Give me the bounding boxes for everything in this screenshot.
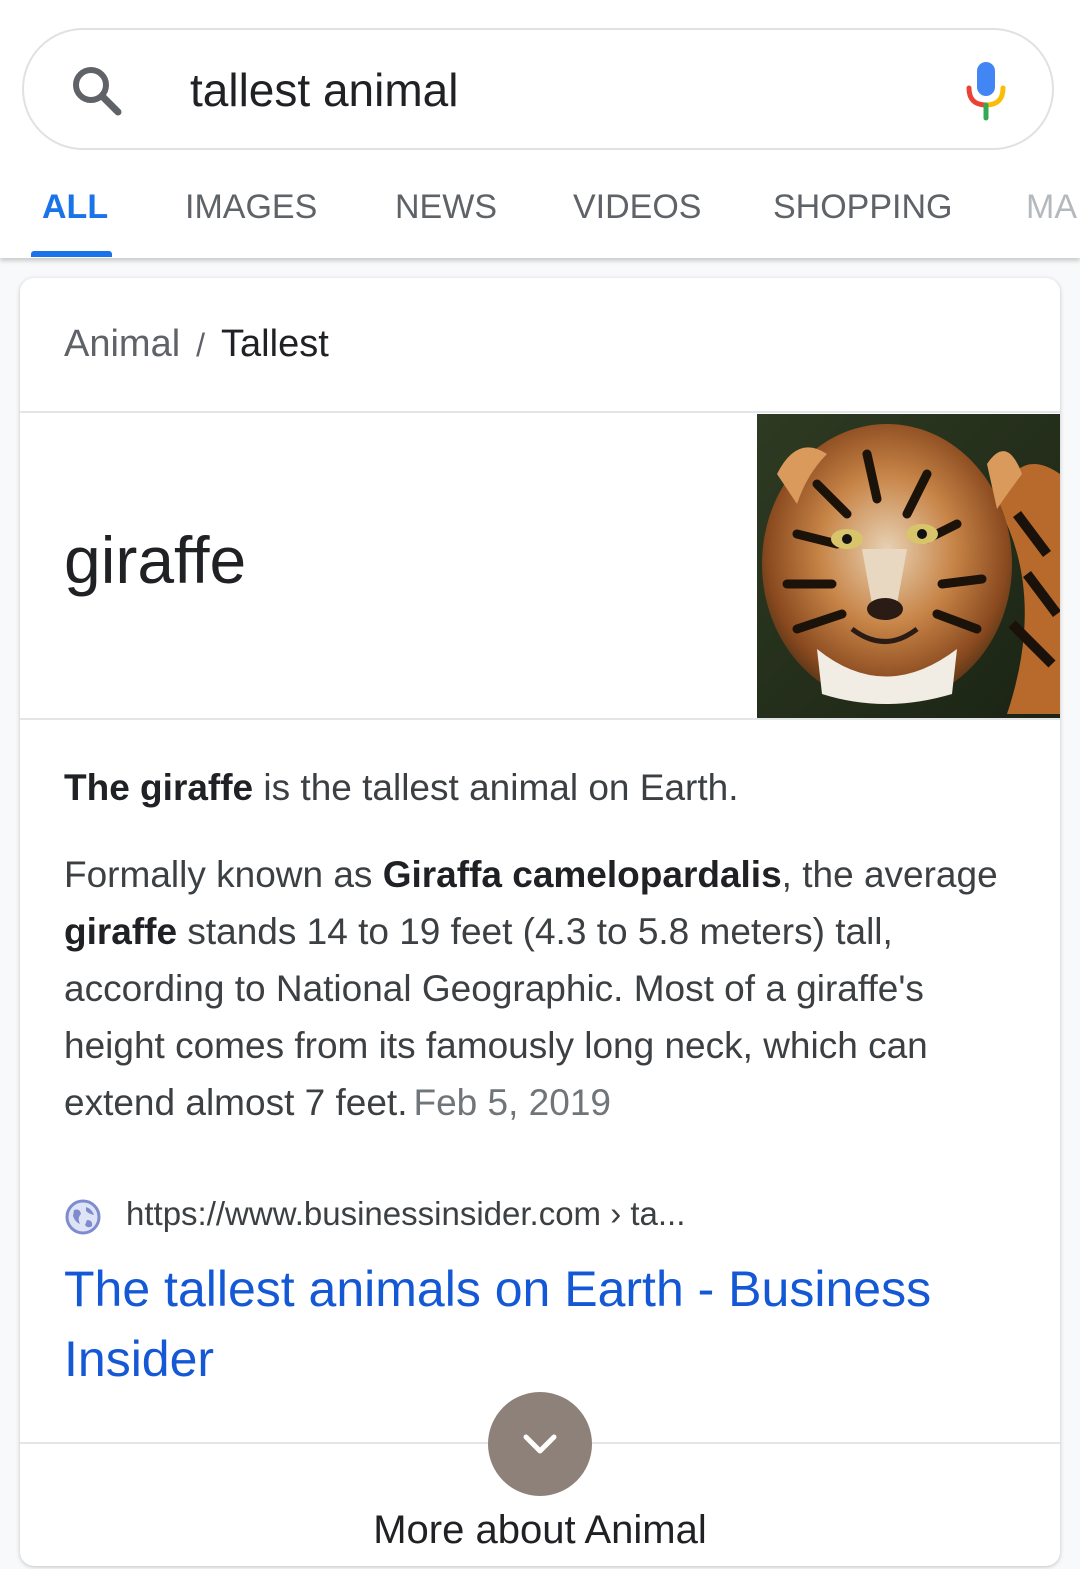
active-tab-indicator [31, 251, 112, 257]
search-icon[interactable] [68, 62, 124, 118]
breadcrumb-current: Tallest [221, 323, 329, 365]
tiger-image [757, 414, 1060, 718]
tab-images[interactable]: IMAGES [185, 186, 317, 228]
search-tabs: ALL IMAGES NEWS VIDEOS SHOPPING MA [0, 186, 1080, 230]
snippet-date: Feb 5, 2019 [413, 1082, 611, 1123]
search-header: tallest animal ALL IMAGES NEWS VIDEOS SH… [0, 0, 1080, 258]
tab-shopping[interactable]: SHOPPING [773, 186, 952, 228]
globe-icon [65, 1199, 101, 1235]
chevron-down-icon [523, 1434, 557, 1454]
snippet-body: Formally known as Giraffa camelopardalis… [64, 846, 1014, 1131]
source-url[interactable]: https://www.businessinsider.com › ta... [126, 1194, 685, 1234]
snippet-lead-text: is the tallest animal on Earth. [253, 767, 739, 808]
mic-icon[interactable] [960, 60, 1012, 122]
featured-answer: giraffe [64, 523, 247, 597]
snippet-lead: The giraffe is the tallest animal on Ear… [64, 766, 1024, 810]
tab-videos[interactable]: VIDEOS [573, 186, 701, 228]
breadcrumb-parent[interactable]: Animal [64, 323, 180, 365]
snippet-lead-bold: The giraffe [64, 767, 254, 808]
expand-button[interactable] [488, 1392, 592, 1496]
snippet-text: , the average [781, 854, 998, 895]
divider [20, 411, 1060, 413]
result-title-link[interactable]: The tallest animals on Earth - Business … [64, 1254, 1004, 1394]
answer-image[interactable] [757, 414, 1060, 718]
snippet-text: Formally known as [64, 854, 383, 895]
divider [20, 718, 1060, 720]
search-box[interactable]: tallest animal [22, 28, 1054, 150]
tab-news[interactable]: NEWS [395, 186, 497, 228]
breadcrumb-separator: / [196, 327, 206, 363]
more-about-link[interactable]: More about Animal [20, 1502, 1060, 1558]
tab-all[interactable]: ALL [42, 186, 108, 228]
knowledge-card: Animal / Tallest giraffe The giraffe is … [20, 278, 1060, 1566]
snippet-bold: giraffe [64, 911, 178, 952]
breadcrumb: Animal / Tallest [64, 322, 329, 367]
search-input[interactable]: tallest animal [190, 64, 458, 116]
tab-more[interactable]: MA [1026, 186, 1077, 228]
snippet-bold: Giraffa camelopardalis [382, 854, 782, 895]
